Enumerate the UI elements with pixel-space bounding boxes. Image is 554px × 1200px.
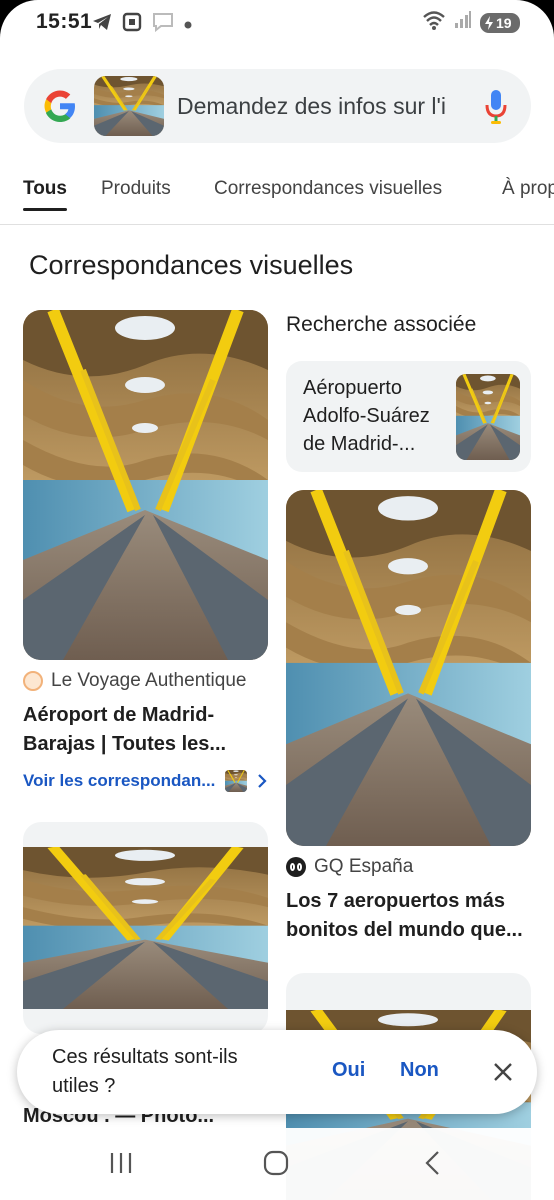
notification-icons (92, 12, 192, 37)
system-icons: 19 (422, 10, 520, 35)
title-line: bonitos del mundo que... (286, 919, 523, 941)
feedback-toast: Ces résultats sont-ils utiles ? Oui Non (17, 1030, 537, 1114)
source-name: GQ España (314, 856, 414, 877)
status-time: 15:51 (36, 10, 93, 33)
result-source-1[interactable]: Le Voyage Authentique (23, 670, 246, 692)
title-line: Los 7 aeropuertos más (286, 890, 505, 912)
message-icon (152, 12, 174, 37)
section-title: Correspondances visuelles (29, 250, 354, 280)
source-name: Le Voyage Authentique (51, 670, 247, 691)
active-tab-indicator (23, 208, 67, 211)
related-search-card[interactable]: Aéropuerto Adolfo-Suárez de Madrid-... (286, 361, 531, 472)
title-line: Aéroport de Madrid- (23, 704, 215, 726)
title-line: Barajas | Toutes les... (23, 733, 227, 755)
home-icon[interactable] (263, 1150, 289, 1176)
back-icon[interactable] (420, 1150, 446, 1176)
result-image-1[interactable] (23, 310, 268, 660)
search-input[interactable]: Demandez des infos sur l'i (177, 93, 457, 120)
recent-apps-icon[interactable] (108, 1150, 134, 1176)
related-search-thumbnail (456, 374, 520, 460)
related-search-label: Aéropuerto Adolfo-Suárez de Madrid-... (303, 377, 430, 455)
search-bar[interactable]: Demandez des infos sur l'i (24, 69, 531, 143)
status-bar: 15:51 19 (0, 0, 554, 44)
related-search-title: Recherche associée (286, 313, 477, 336)
signal-icon (454, 11, 472, 34)
feedback-question: Ces résultats sont-ils utiles ? (52, 1046, 238, 1097)
see-matches-thumbnail (225, 770, 248, 792)
microphone-icon[interactable] (484, 89, 508, 125)
tab-correspondances-visuelles[interactable]: Correspondances visuelles (214, 178, 442, 200)
see-matches-label: Voir les correspondan... (23, 771, 216, 790)
result-title-2[interactable]: Los 7 aeropuertos más bonitos del mundo … (286, 887, 531, 945)
screen: 15:51 19 Demandez des infos sur l'i Tous… (0, 0, 554, 1200)
feedback-yes-button[interactable]: Oui (332, 1059, 365, 1082)
wifi-icon (422, 10, 446, 35)
close-icon[interactable] (491, 1060, 515, 1084)
result-source-2[interactable]: GQ España (286, 856, 413, 878)
gq-espana-icon (286, 857, 306, 877)
screenshot-icon (122, 12, 142, 37)
tab-produits[interactable]: Produits (101, 178, 171, 200)
search-image-thumbnail[interactable] (94, 76, 164, 136)
le-voyage-authentique-icon (23, 671, 43, 691)
filter-tabs: Tous Produits Correspondances visuelles … (0, 165, 554, 225)
chevron-right-icon (258, 774, 267, 788)
google-logo-icon (44, 90, 75, 122)
system-navigation-bar (0, 1128, 554, 1200)
battery-level: 19 (496, 14, 512, 31)
feedback-no-button[interactable]: Non (400, 1059, 439, 1082)
dot-icon (184, 16, 192, 34)
telegram-icon (92, 13, 112, 36)
see-matches-link[interactable]: Voir les correspondan... (23, 770, 267, 792)
result-image-3[interactable] (23, 847, 268, 1009)
battery-icon: 19 (480, 12, 520, 33)
tab-tous[interactable]: Tous (23, 178, 67, 200)
result-title-1[interactable]: Aéroport de Madrid- Barajas | Toutes les… (23, 701, 268, 759)
tab-a-propos[interactable]: À prop (502, 178, 554, 200)
result-image-2[interactable] (286, 490, 531, 846)
